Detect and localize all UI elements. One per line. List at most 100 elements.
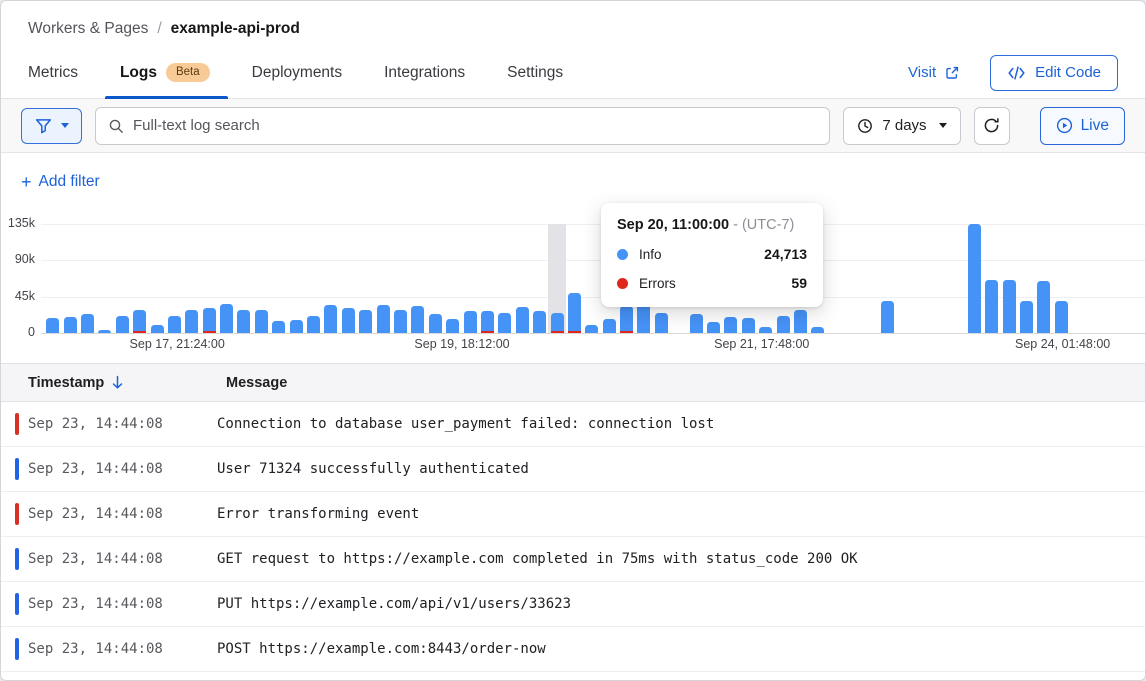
chart-bar[interactable] (583, 224, 600, 333)
chart-bar[interactable] (427, 224, 444, 333)
table-row[interactable]: Sep 23, 14:44:08 Error transforming even… (1, 492, 1145, 537)
breadcrumb-section[interactable]: Workers & Pages (28, 20, 148, 38)
live-button[interactable]: Live (1040, 107, 1125, 145)
gridline (41, 333, 1145, 334)
chart-bar[interactable] (357, 224, 374, 333)
column-header-message[interactable]: Message (226, 375, 287, 391)
chart-bar[interactable] (861, 224, 878, 333)
log-timestamp: Sep 23, 14:44:08 (28, 596, 217, 612)
tooltip-row-errors: Errors 59 (617, 275, 807, 291)
chart-bar[interactable] (1070, 224, 1087, 333)
search-input[interactable] (133, 117, 817, 134)
log-level-indicator (15, 638, 19, 660)
add-filter-label: Add filter (39, 173, 100, 191)
chart-bar[interactable] (253, 224, 270, 333)
chart-bar[interactable] (44, 224, 61, 333)
table-row[interactable]: Sep 23, 14:44:08 PUT https://example.com… (1, 582, 1145, 627)
visit-label: Visit (908, 64, 936, 81)
x-axis-tick-label: Sep 21, 17:48:00 (714, 337, 809, 351)
chart-bar[interactable] (374, 224, 391, 333)
chart-bar[interactable] (96, 224, 113, 333)
code-icon (1007, 66, 1026, 80)
log-search-box[interactable] (95, 107, 830, 145)
chart-bar[interactable] (896, 224, 913, 333)
chart-bar[interactable] (479, 224, 496, 333)
edit-code-label: Edit Code (1035, 64, 1101, 81)
table-row[interactable]: Sep 23, 14:44:08 User 71324 successfully… (1, 447, 1145, 492)
y-axis-tick-label: 90k (1, 252, 35, 266)
refresh-button[interactable] (974, 107, 1010, 145)
edit-code-button[interactable]: Edit Code (990, 55, 1118, 91)
tab-settings[interactable]: Settings (507, 47, 563, 98)
chart-bar[interactable] (148, 224, 165, 333)
column-header-timestamp[interactable]: Timestamp (28, 375, 226, 391)
log-timestamp: Sep 23, 14:44:08 (28, 416, 217, 432)
chart-bar[interactable] (392, 224, 409, 333)
chart-bar[interactable] (1053, 224, 1070, 333)
table-row[interactable]: Sep 23, 14:44:08 GET request to https://… (1, 537, 1145, 582)
log-volume-chart: 135k90k45k0 Sep 17, 21:24:00Sep 19, 18:1… (1, 210, 1145, 363)
chart-bar[interactable] (201, 224, 218, 333)
add-filter-button[interactable]: + Add filter (21, 173, 100, 191)
tab-metrics[interactable]: Metrics (28, 47, 78, 98)
live-label: Live (1081, 117, 1109, 135)
chart-bar[interactable] (79, 224, 96, 333)
table-row[interactable]: Sep 23, 14:44:08 Connection to database … (1, 402, 1145, 447)
chart-bar[interactable] (1035, 224, 1052, 333)
chart-bar[interactable] (531, 224, 548, 333)
sort-desc-icon[interactable] (111, 375, 124, 390)
chart-bar[interactable] (444, 224, 461, 333)
chart-bar[interactable] (496, 224, 513, 333)
chart-bar[interactable] (931, 224, 948, 333)
log-level-indicator (15, 458, 19, 480)
external-link-icon (944, 65, 960, 81)
chart-bar[interactable] (1018, 224, 1035, 333)
chart-bar[interactable] (340, 224, 357, 333)
chart-bar[interactable] (218, 224, 235, 333)
chart-bar[interactable] (166, 224, 183, 333)
chart-bar[interactable] (183, 224, 200, 333)
log-table-header: Timestamp Message (1, 363, 1145, 402)
log-timestamp: Sep 23, 14:44:08 (28, 461, 217, 477)
chart-bar[interactable] (566, 224, 583, 333)
chart-bar[interactable] (1000, 224, 1017, 333)
error-dot-icon (617, 278, 628, 289)
chart-bar[interactable] (966, 224, 983, 333)
tooltip-row-info: Info 24,713 (617, 246, 807, 262)
chart-bar[interactable] (514, 224, 531, 333)
chart-bar[interactable] (879, 224, 896, 333)
chart-plot[interactable] (44, 224, 1088, 333)
chart-bar[interactable] (409, 224, 426, 333)
tab-bar: Metrics Logs Beta Deployments Integratio… (1, 47, 1145, 99)
chart-bar[interactable] (235, 224, 252, 333)
tab-logs[interactable]: Logs Beta (120, 47, 210, 98)
log-message: POST https://example.com:8443/order-now (217, 641, 546, 657)
chart-bar[interactable] (827, 224, 844, 333)
breadcrumb-current: example-api-prod (171, 20, 300, 38)
chart-bar[interactable] (131, 224, 148, 333)
search-icon (108, 118, 124, 134)
tab-deployments[interactable]: Deployments (252, 47, 342, 98)
chart-bar[interactable] (844, 224, 861, 333)
chart-bar[interactable] (114, 224, 131, 333)
visit-link[interactable]: Visit (908, 64, 960, 81)
log-table-body: Sep 23, 14:44:08 Connection to database … (1, 402, 1145, 672)
chart-bar[interactable] (322, 224, 339, 333)
filter-menu-button[interactable] (21, 108, 82, 144)
time-range-button[interactable]: 7 days (843, 107, 960, 145)
chart-bar[interactable] (305, 224, 322, 333)
filter-row: + Add filter (1, 153, 1145, 210)
chart-bar[interactable] (948, 224, 965, 333)
log-message: User 71324 successfully authenticated (217, 461, 529, 477)
tab-integrations[interactable]: Integrations (384, 47, 465, 98)
chart-bar[interactable] (287, 224, 304, 333)
workers-logs-page: Workers & Pages / example-api-prod Metri… (0, 0, 1146, 681)
table-row[interactable]: Sep 23, 14:44:08 POST https://example.co… (1, 627, 1145, 672)
chart-bar[interactable] (61, 224, 78, 333)
chart-bar[interactable] (270, 224, 287, 333)
chart-bar[interactable] (461, 224, 478, 333)
chart-tooltip: Sep 20, 11:00:00 - (UTC-7) Info 24,713 E… (601, 203, 823, 307)
chart-bar[interactable] (914, 224, 931, 333)
chart-bar[interactable] (548, 224, 565, 333)
chart-bar[interactable] (983, 224, 1000, 333)
